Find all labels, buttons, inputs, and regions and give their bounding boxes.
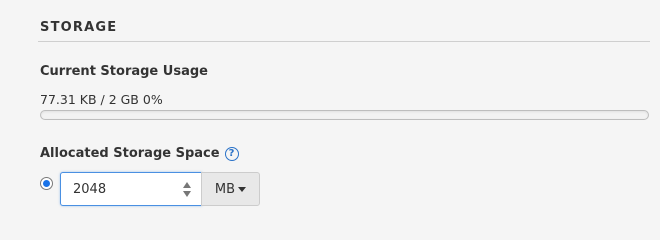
usage-amount: 77.31 KB / 2 GB (40, 92, 139, 107)
usage-heading: Current Storage Usage (40, 64, 208, 79)
storage-size-input[interactable]: 2048 (60, 172, 202, 206)
allocation-heading: Allocated Storage Space (40, 146, 220, 161)
usage-summary: 77.31 KB / 2 GB 0% (40, 92, 167, 107)
number-spinner[interactable] (183, 181, 191, 197)
allocation-heading-row: Allocated Storage Space ? (40, 146, 239, 161)
allocation-radio[interactable] (40, 177, 53, 190)
spin-down-icon[interactable] (183, 190, 191, 197)
caret-down-icon (238, 186, 247, 192)
section-title: STORAGE (40, 20, 118, 35)
spin-up-icon[interactable] (183, 181, 191, 188)
storage-progress-bar (40, 110, 649, 120)
usage-percent: 0% (142, 92, 163, 107)
allocation-input-group: 2048 MB (60, 172, 260, 206)
unit-label: MB (214, 181, 236, 197)
section-divider (38, 41, 650, 42)
storage-size-value: 2048 (73, 181, 107, 197)
unit-dropdown-button[interactable]: MB (201, 172, 260, 206)
help-icon[interactable]: ? (224, 146, 239, 161)
storage-panel: STORAGE Current Storage Usage 77.31 KB /… (0, 0, 660, 220)
